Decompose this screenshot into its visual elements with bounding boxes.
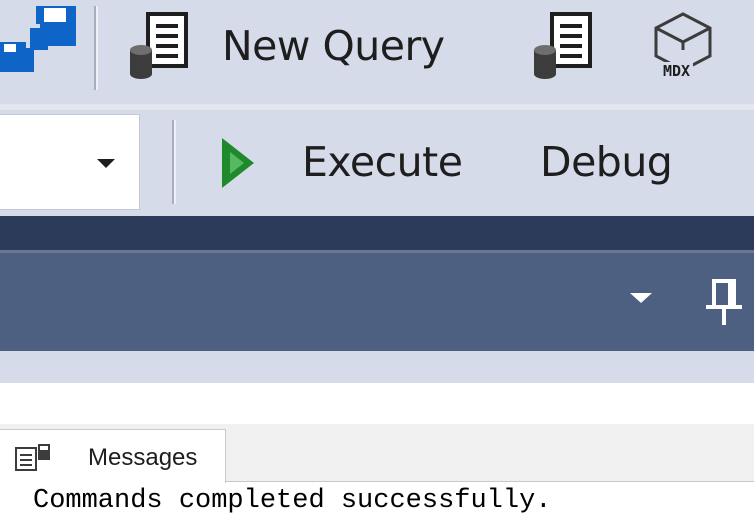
messages-icon [15, 444, 50, 471]
results-message-text: Commands completed successfully. [33, 486, 552, 516]
save-all-button[interactable] [0, 0, 80, 90]
save-all-icon [0, 6, 76, 72]
new-query-button[interactable]: New Query [128, 4, 508, 94]
database-query-icon [534, 12, 592, 79]
toolbar-separator-highlight [174, 120, 176, 204]
dropdown-arrow-icon[interactable] [630, 293, 652, 303]
mdx-label: MDX [660, 62, 694, 80]
tab-messages[interactable]: Messages [0, 429, 226, 483]
mdx-query-button[interactable]: MDX [640, 4, 740, 94]
tool-window-header [0, 253, 754, 351]
editor-header-strip [0, 351, 754, 383]
execute-label: Execute [302, 138, 463, 186]
combo-dropdown-arrow-icon[interactable] [97, 159, 115, 168]
query-toolbar: Execute Debug [0, 110, 754, 216]
debug-button[interactable]: Debug [530, 122, 730, 202]
tab-messages-label: Messages [88, 444, 198, 471]
toolbar-separator-highlight [96, 6, 98, 90]
database-engine-query-button[interactable] [532, 4, 602, 94]
debug-label: Debug [540, 138, 673, 186]
new-query-label: New Query [222, 22, 445, 70]
pin-icon[interactable] [704, 279, 744, 327]
new-query-icon [130, 12, 188, 79]
standard-toolbar: New Query MDX [0, 0, 754, 104]
execute-play-icon [222, 138, 254, 188]
available-databases-combo[interactable] [0, 114, 140, 210]
execute-button[interactable]: Execute [210, 122, 500, 202]
document-title-bar [0, 216, 754, 250]
